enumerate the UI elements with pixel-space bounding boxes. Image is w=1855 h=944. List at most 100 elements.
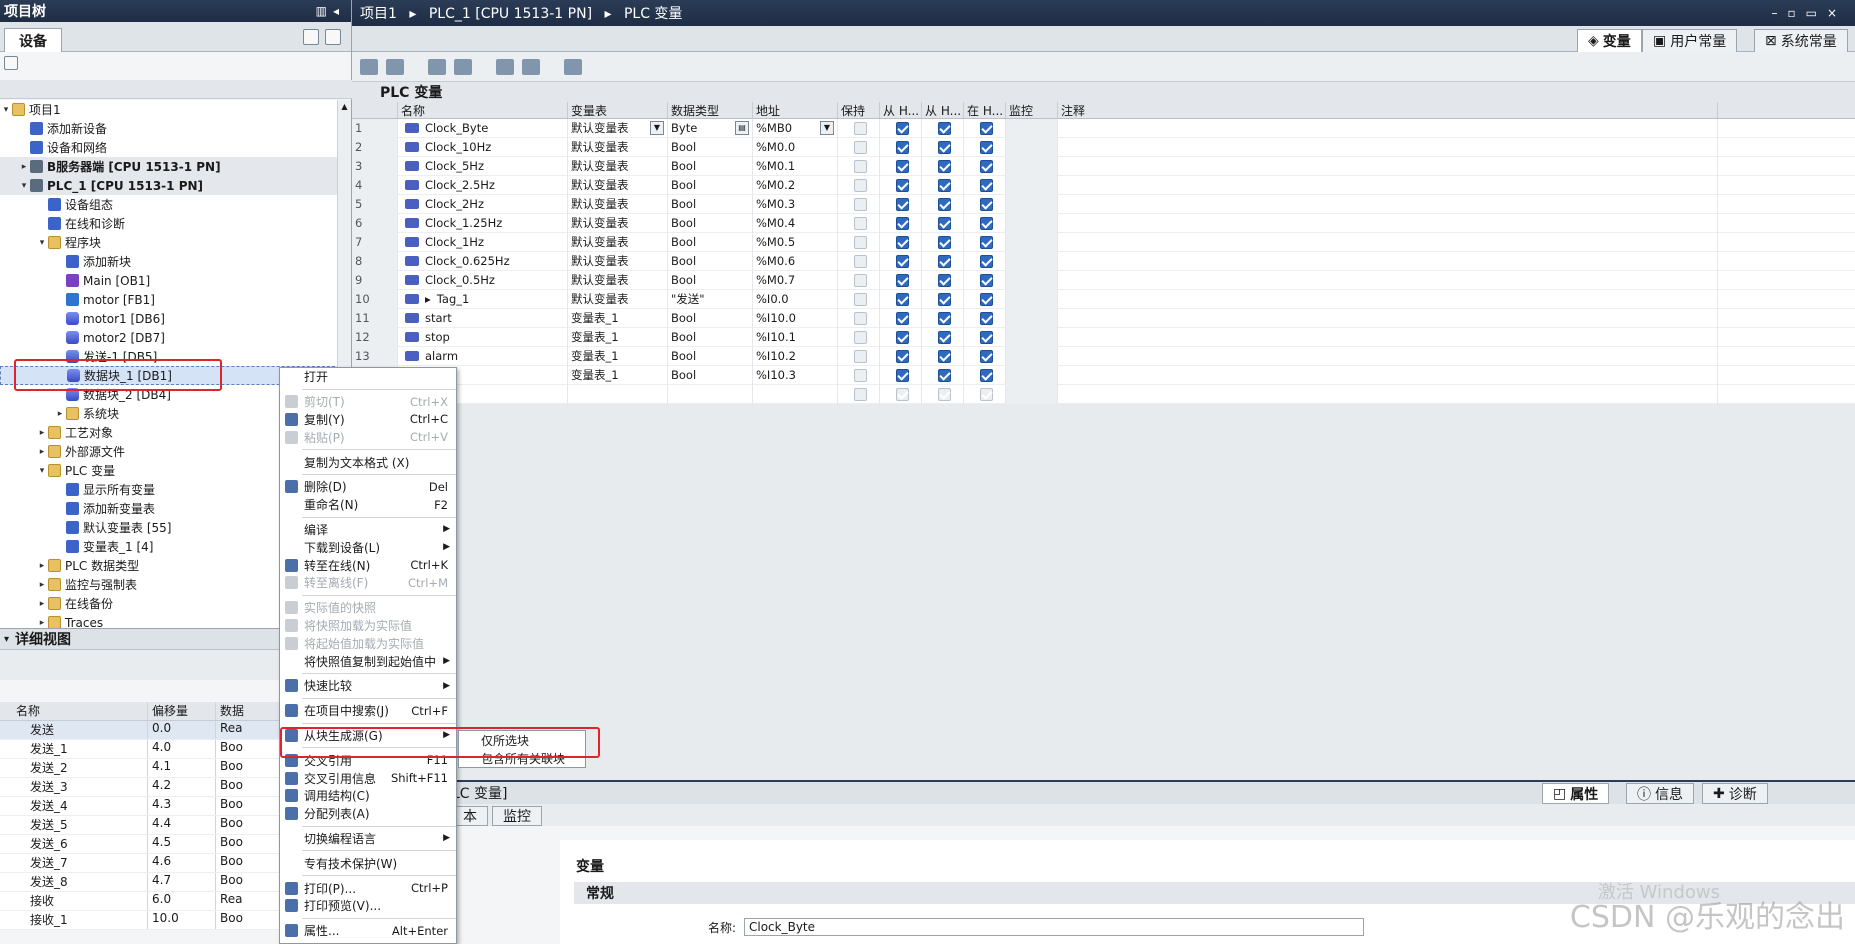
checkbox[interactable] bbox=[979, 273, 993, 287]
collapse-icon[interactable]: ▾ bbox=[4, 634, 9, 645]
checkbox[interactable] bbox=[979, 121, 993, 135]
checkbox[interactable] bbox=[979, 197, 993, 211]
comment-cell[interactable] bbox=[1058, 194, 1718, 214]
menu-item[interactable]: 打开 bbox=[280, 368, 456, 386]
tag-addr-cell[interactable] bbox=[753, 384, 838, 404]
column-header[interactable]: 地址 bbox=[753, 102, 838, 118]
dropdown-icon[interactable]: ▼ bbox=[820, 121, 834, 135]
tag-row[interactable]: 14p变量表_1Bool%I10.3 bbox=[352, 365, 1855, 385]
expand-arrow-icon[interactable]: ▾ bbox=[18, 181, 30, 191]
name-field[interactable]: Clock_Byte bbox=[744, 918, 1364, 936]
breadcrumb-plc-tags[interactable]: PLC 变量 bbox=[624, 6, 682, 22]
column-header[interactable]: 数据类型 bbox=[668, 102, 753, 118]
comment-cell[interactable] bbox=[1058, 346, 1718, 366]
checkbox[interactable] bbox=[979, 387, 993, 401]
comment-cell[interactable] bbox=[1058, 270, 1718, 290]
menu-item[interactable]: 剪切(T) Ctrl+X bbox=[280, 393, 456, 411]
tag-type-cell[interactable]: Bool bbox=[668, 156, 753, 176]
refresh-icon[interactable] bbox=[522, 58, 540, 75]
tag-table-cell[interactable]: 默认变量表 bbox=[568, 137, 668, 157]
tag-name-cell[interactable]: stop bbox=[398, 327, 568, 347]
tag-row[interactable]: 5 Clock_2Hz 默认变量表 Bool %M0.3 bbox=[352, 194, 1855, 214]
checkbox[interactable] bbox=[937, 387, 951, 401]
tab-info[interactable]: ⓘ 信息 bbox=[1626, 783, 1694, 804]
checkbox[interactable] bbox=[937, 159, 951, 173]
tag-table-cell[interactable]: 默认变量表 bbox=[568, 156, 668, 176]
checkbox[interactable] bbox=[979, 235, 993, 249]
checkbox[interactable] bbox=[979, 140, 993, 154]
column-header[interactable]: 偏移量 bbox=[148, 702, 216, 720]
comment-cell[interactable] bbox=[1058, 365, 1718, 385]
tag-type-cell[interactable]: "发送" bbox=[668, 289, 753, 309]
tag-name-cell[interactable]: Clock_0.5Hz bbox=[398, 270, 568, 290]
checkbox[interactable] bbox=[853, 273, 867, 287]
tag-row[interactable]: 9 Clock_0.5Hz 默认变量表 Bool %M0.7 bbox=[352, 270, 1855, 290]
tree-item[interactable]: motor1 [DB6] bbox=[0, 309, 340, 328]
tag-row[interactable]: 2 Clock_10Hz 默认变量表 Bool %M0.0 bbox=[352, 137, 1855, 157]
column-header[interactable]: 名称 bbox=[398, 102, 568, 118]
tag-addr-cell[interactable]: %M0.0 bbox=[753, 137, 838, 157]
comment-cell[interactable] bbox=[1058, 308, 1718, 328]
settings-icon[interactable] bbox=[564, 58, 582, 75]
tag-name-cell[interactable]: Clock_Byte bbox=[398, 118, 568, 138]
checkbox[interactable] bbox=[895, 273, 909, 287]
tag-name-cell[interactable]: Clock_2.5Hz bbox=[398, 175, 568, 195]
tag-type-cell[interactable]: Bool bbox=[668, 270, 753, 290]
comment-cell[interactable] bbox=[1058, 137, 1718, 157]
tab-user-constants[interactable]: ▣ 用户常量 bbox=[1642, 29, 1738, 52]
tree-item[interactable]: 在线和诊断 bbox=[0, 214, 340, 233]
checkbox[interactable] bbox=[937, 197, 951, 211]
checkbox[interactable] bbox=[937, 349, 951, 363]
tag-type-cell[interactable]: Byte ▤ bbox=[668, 118, 753, 138]
checkbox[interactable] bbox=[853, 159, 867, 173]
menu-item[interactable]: 复制(Y) Ctrl+C bbox=[280, 411, 456, 429]
checkbox[interactable] bbox=[895, 311, 909, 325]
checkbox[interactable] bbox=[853, 254, 867, 268]
checkbox[interactable] bbox=[979, 178, 993, 192]
checkbox[interactable] bbox=[895, 349, 909, 363]
checkbox[interactable] bbox=[853, 197, 867, 211]
breadcrumb-plc[interactable]: PLC_1 [CPU 1513-1 PN] bbox=[429, 6, 592, 22]
menu-item[interactable]: 转至离线(F) Ctrl+M bbox=[280, 574, 456, 592]
tag-type-cell[interactable]: Bool bbox=[668, 213, 753, 233]
tag-row[interactable]: 7 Clock_1Hz 默认变量表 Bool %M0.5 bbox=[352, 232, 1855, 252]
comment-cell[interactable] bbox=[1058, 213, 1718, 233]
checkbox[interactable] bbox=[853, 216, 867, 230]
tag-row[interactable]: 10 ▸ Tag_1 默认变量表 "发送" %I0.0 bbox=[352, 289, 1855, 309]
column-header[interactable]: 变量表 bbox=[568, 102, 668, 118]
comment-cell[interactable] bbox=[1058, 251, 1718, 271]
checkbox[interactable] bbox=[895, 235, 909, 249]
checkbox[interactable] bbox=[979, 292, 993, 306]
tag-type-cell[interactable]: Bool bbox=[668, 308, 753, 328]
tag-row[interactable]: 4 Clock_2.5Hz 默认变量表 Bool %M0.2 bbox=[352, 175, 1855, 195]
tab-diagnostics[interactable]: ✚ 诊断 bbox=[1702, 783, 1768, 804]
tag-addr-cell[interactable]: %MB0 ▼ bbox=[753, 118, 838, 138]
tag-row[interactable]: 12 stop 变量表_1 Bool %I10.1 bbox=[352, 327, 1855, 347]
tag-addr-cell[interactable]: %I10.2 bbox=[753, 346, 838, 366]
menu-item[interactable]: 快速比较 ▶ bbox=[280, 677, 456, 695]
column-header[interactable]: 监控 bbox=[1006, 102, 1058, 118]
comment-cell[interactable] bbox=[1058, 118, 1718, 138]
tag-row[interactable]: 6 Clock_1.25Hz 默认变量表 Bool %M0.4 bbox=[352, 213, 1855, 233]
tag-table-cell[interactable]: 默认变量表 bbox=[568, 270, 668, 290]
tab-system-constants[interactable]: ⊠ 系统常量 bbox=[1754, 29, 1848, 52]
checkbox[interactable] bbox=[937, 292, 951, 306]
checkbox[interactable] bbox=[979, 349, 993, 363]
tag-name-cell[interactable]: Clock_0.625Hz bbox=[398, 251, 568, 271]
dropdown-icon[interactable]: ▼ bbox=[650, 121, 664, 135]
tag-table-cell[interactable]: 默认变量表 bbox=[568, 251, 668, 271]
tag-addr-cell[interactable]: %M0.2 bbox=[753, 175, 838, 195]
checkbox[interactable] bbox=[979, 368, 993, 382]
tag-name-cell[interactable]: start bbox=[398, 308, 568, 328]
checkbox[interactable] bbox=[895, 368, 909, 382]
menu-item[interactable]: 将快照加载为实际值 bbox=[280, 617, 456, 635]
tag-table-cell[interactable]: 默认变量表 bbox=[568, 289, 668, 309]
checkbox[interactable] bbox=[979, 159, 993, 173]
tag-table-cell[interactable]: 变量表_1 bbox=[568, 308, 668, 328]
checkbox[interactable] bbox=[853, 140, 867, 154]
tab-devices[interactable]: 设备 bbox=[4, 28, 62, 52]
toolbar-grid-icon[interactable] bbox=[4, 56, 20, 70]
tag-addr-cell[interactable]: %I10.0 bbox=[753, 308, 838, 328]
checkbox[interactable] bbox=[937, 178, 951, 192]
tag-type-cell[interactable]: Bool bbox=[668, 137, 753, 157]
